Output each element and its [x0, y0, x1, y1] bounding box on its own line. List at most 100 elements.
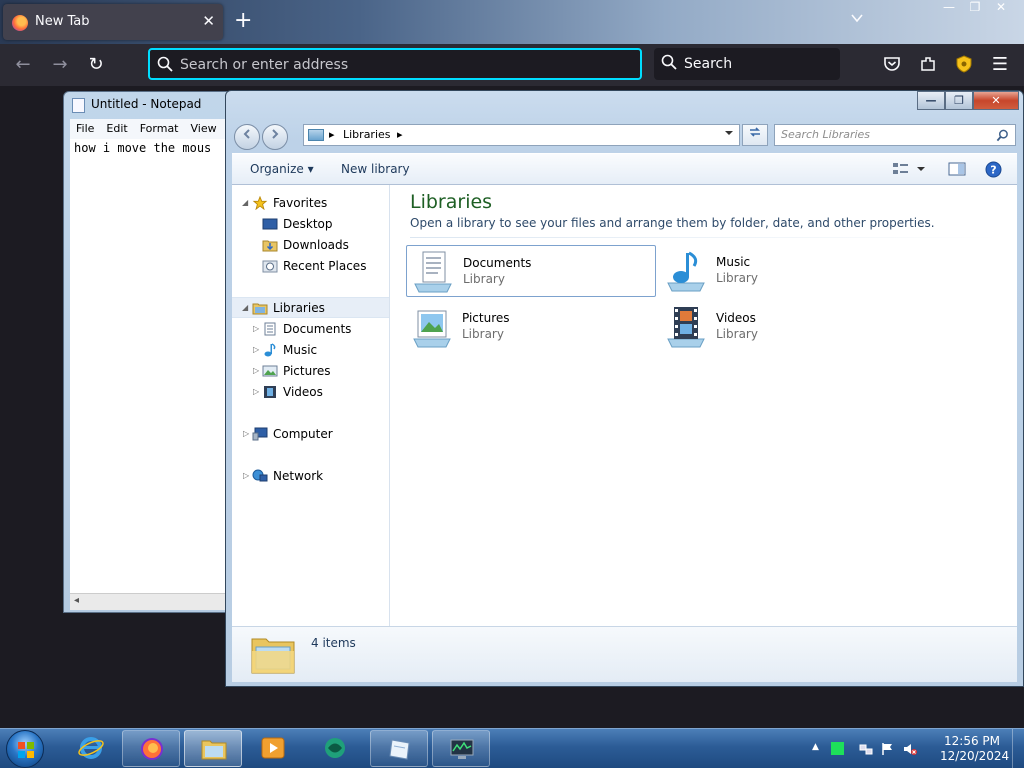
tree-item-desktop[interactable]: Desktop [232, 214, 389, 235]
library-type: Library [462, 327, 504, 341]
menu-view[interactable]: View [185, 119, 223, 138]
library-name: Videos [716, 311, 756, 325]
back-button[interactable] [234, 124, 260, 150]
expand-icon[interactable]: ▷ [253, 366, 259, 375]
expand-icon[interactable]: ▷ [243, 471, 249, 480]
expand-icon[interactable]: ▷ [253, 387, 259, 396]
music-library-icon [667, 251, 705, 292]
url-input[interactable] [180, 55, 630, 75]
tree-item-pictures[interactable]: ▷ Pictures [232, 361, 389, 382]
library-name: Music [716, 255, 751, 269]
library-item-music[interactable]: Music Library [660, 245, 910, 297]
list-all-tabs-icon[interactable] [849, 10, 865, 26]
tree-item-videos[interactable]: ▷ Videos [232, 382, 389, 403]
tree-item-recent-places[interactable]: Recent Places [232, 256, 389, 277]
close-button[interactable]: ✕ [988, 0, 1014, 16]
expand-icon[interactable]: ▷ [253, 324, 259, 333]
tab-new-tab[interactable]: New Tab ✕ [3, 4, 223, 40]
new-tab-button[interactable]: + [234, 8, 252, 34]
network-status-icon[interactable] [859, 742, 873, 756]
forward-button[interactable] [262, 124, 288, 150]
forward-button[interactable]: → [49, 54, 71, 76]
breadcrumb-separator[interactable]: ▸ [397, 128, 403, 141]
hamburger-menu-icon[interactable]: ☰ [989, 54, 1011, 76]
chevron-down-icon[interactable] [724, 128, 734, 138]
tree-item-music[interactable]: ▷ Music [232, 340, 389, 361]
menu-format[interactable]: Format [134, 119, 185, 138]
maximize-button[interactable]: ❐ [945, 91, 973, 110]
library-item-documents[interactable]: Documents Library [406, 245, 656, 297]
address-bar[interactable]: ▸ Libraries ▸ [303, 124, 740, 146]
taskbar-task-manager[interactable] [432, 730, 490, 767]
command-bar: Organize ▾ New library ? [232, 153, 1017, 185]
tree-item-documents[interactable]: ▷ Documents [232, 319, 389, 340]
expand-icon[interactable]: ▷ [243, 429, 249, 438]
tree-label: Downloads [283, 238, 349, 252]
help-icon[interactable]: ? [985, 161, 1002, 178]
star-icon [252, 196, 268, 210]
expand-icon[interactable]: ▷ [253, 345, 259, 354]
restore-button[interactable]: ❐ [962, 0, 988, 16]
minimize-button[interactable]: — [917, 91, 945, 110]
start-button[interactable] [6, 730, 44, 768]
close-button[interactable]: ✕ [973, 91, 1019, 110]
back-button[interactable]: ← [12, 54, 34, 76]
explorer-body: ◢ Favorites Desktop Downloads Recent Pla… [232, 185, 1017, 626]
breadcrumb-libraries[interactable]: Libraries [343, 128, 391, 141]
taskbar-firefox[interactable] [122, 730, 180, 767]
tree-libraries[interactable]: ◢ Libraries [232, 297, 389, 318]
collapse-icon[interactable]: ◢ [242, 198, 248, 207]
menu-edit[interactable]: Edit [100, 119, 133, 138]
taskbar-media-player[interactable] [244, 730, 302, 767]
taskbar-internet-explorer[interactable] [62, 730, 120, 767]
change-view-icon[interactable] [892, 161, 926, 177]
library-content-pane: Libraries Open a library to see your fil… [390, 185, 1017, 626]
preview-pane-icon[interactable] [948, 161, 966, 177]
extensions-icon[interactable] [919, 55, 937, 73]
taskbar-explorer[interactable] [184, 730, 242, 767]
url-bar[interactable] [148, 48, 642, 80]
tree-favorites[interactable]: ◢ Favorites [232, 193, 389, 214]
ublock-shield-icon[interactable] [955, 55, 973, 73]
collapse-icon[interactable]: ◢ [242, 303, 248, 312]
desktop-icon [262, 218, 278, 230]
search-icon[interactable] [996, 129, 1009, 142]
tree-item-downloads[interactable]: Downloads [232, 235, 389, 256]
taskbar-game[interactable] [306, 730, 364, 767]
tree-label: Pictures [283, 364, 331, 378]
tree-computer[interactable]: ▷ Computer [232, 424, 389, 445]
library-item-videos[interactable]: Videos Library [660, 301, 910, 353]
libraries-folder-icon [252, 303, 268, 315]
pocket-icon[interactable] [883, 55, 901, 73]
taskbar-notepad[interactable] [370, 730, 428, 767]
explorer-window[interactable]: — ❐ ✕ ▸ Libraries ▸ Search Libraries Org… [225, 90, 1024, 687]
media-player-icon [261, 737, 285, 759]
show-desktop-button[interactable] [1012, 729, 1024, 768]
organize-button[interactable]: Organize ▾ [250, 162, 314, 176]
clock[interactable]: 12:56 PM 12/20/2024 [940, 734, 1009, 764]
internet-explorer-icon [78, 737, 104, 759]
status-indicator-icon[interactable] [831, 742, 844, 755]
minimize-button[interactable]: — [936, 0, 962, 16]
action-center-flag-icon[interactable] [881, 742, 895, 756]
tree-network[interactable]: ▷ Network [232, 466, 389, 487]
show-hidden-icons-button[interactable]: ▲ [812, 742, 826, 756]
library-item-pictures[interactable]: Pictures Library [406, 301, 656, 353]
tab-close-icon[interactable]: ✕ [202, 12, 215, 30]
search-icon [157, 56, 173, 72]
search-box[interactable] [774, 124, 1016, 146]
reload-button[interactable]: ↻ [85, 54, 107, 76]
menu-file[interactable]: File [70, 119, 100, 138]
refresh-button[interactable] [742, 124, 768, 146]
breadcrumb-separator[interactable]: ▸ [329, 128, 335, 141]
volume-muted-icon[interactable] [903, 742, 917, 756]
search-input[interactable] [781, 128, 981, 141]
search-bar[interactable]: Search [654, 48, 840, 80]
firefox-icon [12, 15, 28, 31]
scroll-left-icon[interactable]: ◂ [74, 595, 79, 606]
library-type: Library [716, 327, 758, 341]
explorer-window-controls: — ❐ ✕ [917, 91, 1019, 110]
new-library-button[interactable]: New library [341, 162, 410, 176]
tree-label: Desktop [283, 217, 333, 231]
firefox-nav-bar: ← → ↻ Search ☰ [0, 44, 1024, 86]
